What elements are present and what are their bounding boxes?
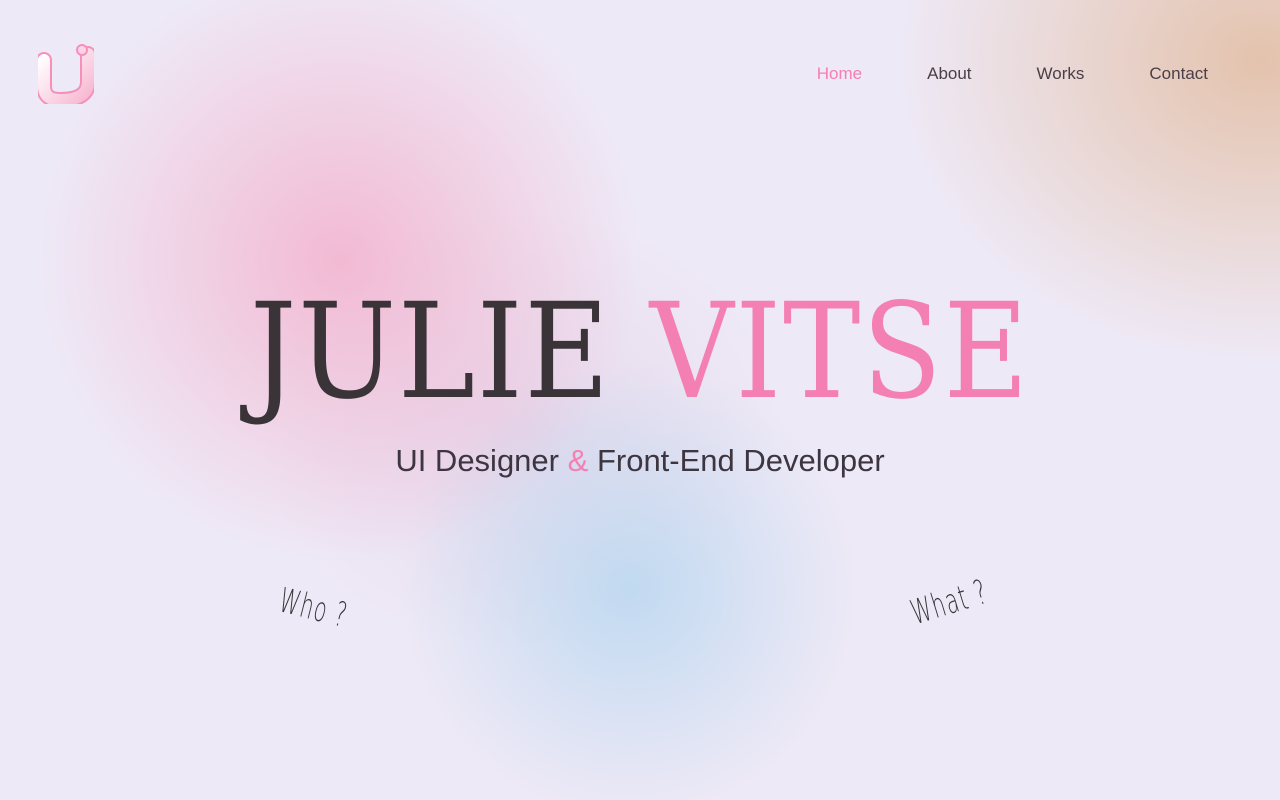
hero-first-name: JULIE (249, 275, 611, 429)
logo-icon[interactable] (36, 40, 96, 109)
hero-subtitle: UI Designer & Front-End Developer (0, 442, 1280, 480)
nav-contact[interactable]: Contact (1149, 62, 1208, 86)
role-designer: UI Designer (395, 443, 559, 478)
nav-works[interactable]: Works (1037, 62, 1085, 86)
letter-j-logo-icon (36, 44, 96, 109)
nav-home[interactable]: Home (817, 62, 862, 86)
hero-name: JULIE VITSE (77, 272, 1203, 432)
main-nav: Home About Works Contact (752, 62, 1208, 86)
nav-about[interactable]: About (927, 62, 971, 86)
role-ampersand: & (567, 443, 589, 478)
hero-last-name: VITSE (649, 275, 1031, 429)
role-developer: Front-End Developer (596, 443, 885, 478)
